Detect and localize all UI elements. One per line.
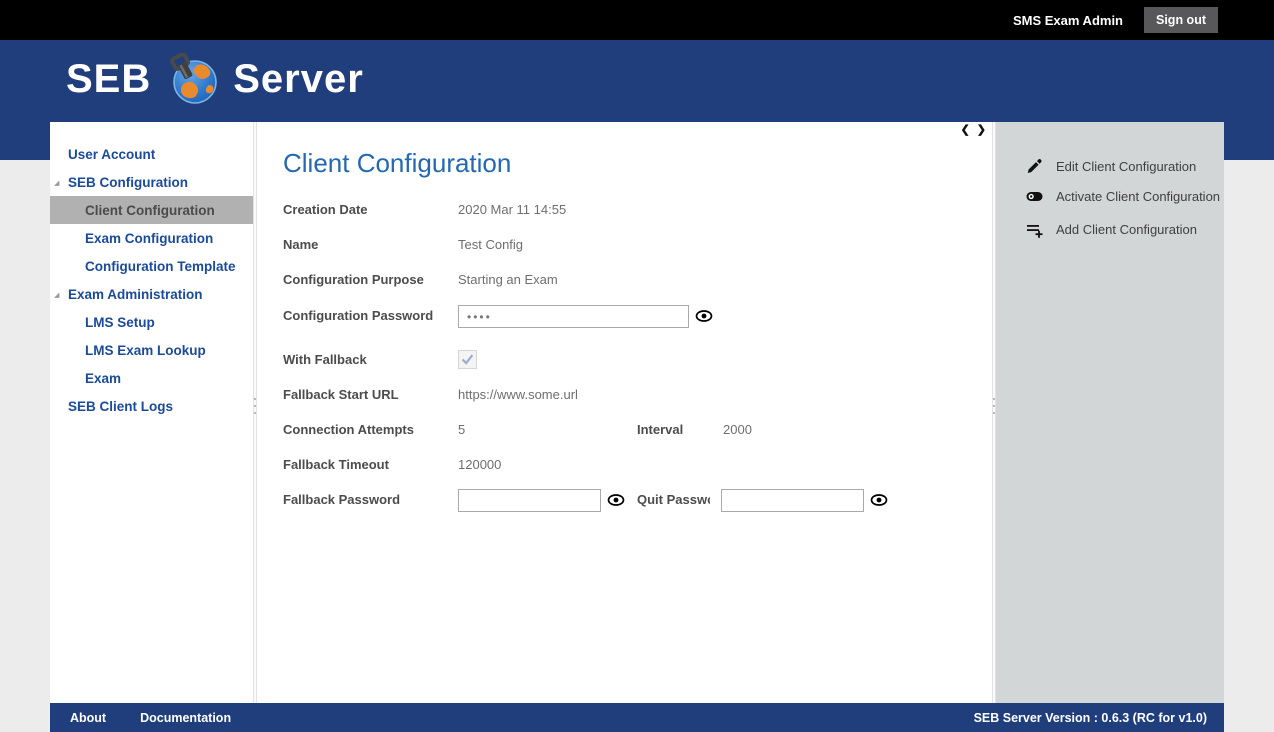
sidebar-item-exam-administration[interactable]: ◢ Exam Administration [50, 280, 253, 308]
back-arrow-icon[interactable]: ❮ [961, 123, 970, 136]
splitter-grip-icon[interactable] [993, 398, 995, 418]
toggle-icon [1026, 188, 1043, 205]
fallback-timeout-value: 120000 [458, 457, 501, 473]
sidebar-item-exam-configuration[interactable]: Exam Configuration [50, 224, 253, 252]
sidebar-item-client-configuration[interactable]: Client Configuration [50, 196, 253, 224]
sidebar: User Account ◢ SEB Configuration Client … [50, 122, 253, 703]
globe-lock-logo-icon [167, 53, 219, 105]
fallback-timeout-label: Fallback Timeout [283, 457, 389, 473]
show-fallback-password-eye-icon[interactable] [607, 493, 625, 507]
history-nav: ❮ ❯ [961, 123, 986, 136]
quit-password-label: Quit Password [637, 492, 710, 508]
show-quit-password-eye-icon[interactable] [870, 493, 888, 507]
splitter-grip-icon[interactable] [254, 398, 256, 418]
sidebar-item-configuration-template[interactable]: Configuration Template [50, 252, 253, 280]
footer: About Documentation SEB Server Version :… [50, 703, 1224, 732]
show-password-eye-icon[interactable] [695, 309, 713, 323]
sign-out-button[interactable]: Sign out [1144, 7, 1218, 33]
expand-triangle-icon[interactable]: ◢ [54, 291, 59, 299]
fallback-password-label: Fallback Password [283, 492, 400, 508]
activate-client-configuration-action[interactable]: Activate Client Configuration [1026, 188, 1220, 205]
topbar: SMS Exam Admin Sign out [0, 0, 1274, 40]
with-fallback-checkbox[interactable] [458, 350, 477, 369]
sidebar-item-seb-configuration[interactable]: ◢ SEB Configuration [50, 168, 253, 196]
server-version-text: SEB Server Version : 0.6.3 (RC for v1.0) [974, 711, 1207, 725]
forward-arrow-icon[interactable]: ❯ [977, 123, 986, 136]
checkmark-icon [459, 351, 476, 368]
actions-panel: Edit Client Configuration Activate Clien… [996, 122, 1224, 703]
brand-server-text: Server [233, 57, 364, 102]
fallback-password-input[interactable] [458, 489, 601, 512]
add-client-configuration-action[interactable]: Add Client Configuration [1026, 221, 1197, 238]
expand-triangle-icon[interactable]: ◢ [54, 179, 59, 187]
configuration-purpose-value: Starting an Exam [458, 272, 558, 288]
configuration-password-input[interactable] [458, 305, 689, 328]
main-content: ❮ ❯ Client Configuration Creation Date 2… [257, 122, 992, 703]
pencil-icon [1026, 158, 1043, 175]
creation-date-label: Creation Date [283, 202, 368, 218]
documentation-link[interactable]: Documentation [140, 711, 231, 725]
sidebar-item-lms-setup[interactable]: LMS Setup [50, 308, 253, 336]
add-list-icon [1026, 221, 1043, 238]
page-title: Client Configuration [283, 148, 511, 179]
connection-attempts-value: 5 [458, 422, 465, 438]
name-value: Test Config [458, 237, 523, 253]
configuration-purpose-label: Configuration Purpose [283, 272, 424, 288]
brand-seb-text: SEB [66, 57, 151, 102]
sidebar-nav: User Account ◢ SEB Configuration Client … [50, 140, 253, 420]
fallback-start-url-value: https://www.some.url [458, 387, 578, 403]
creation-date-value: 2020 Mar 11 14:55 [458, 202, 566, 218]
configuration-password-label: Configuration Password [283, 308, 433, 324]
sidebar-item-seb-client-logs[interactable]: SEB Client Logs [50, 392, 253, 420]
about-link[interactable]: About [70, 711, 106, 725]
sidebar-item-user-account[interactable]: User Account [50, 140, 253, 168]
quit-password-input[interactable] [721, 489, 864, 512]
logged-in-user: SMS Exam Admin [1013, 13, 1123, 28]
connection-attempts-label: Connection Attempts [283, 422, 414, 438]
interval-value: 2000 [723, 422, 752, 438]
with-fallback-label: With Fallback [283, 352, 367, 368]
brand: SEB Server [66, 53, 364, 105]
sidebar-item-exam[interactable]: Exam [50, 364, 253, 392]
name-label: Name [283, 237, 318, 253]
fallback-start-url-label: Fallback Start URL [283, 387, 399, 403]
edit-client-configuration-action[interactable]: Edit Client Configuration [1026, 158, 1196, 175]
interval-label: Interval [637, 422, 683, 438]
sidebar-item-lms-exam-lookup[interactable]: LMS Exam Lookup [50, 336, 253, 364]
